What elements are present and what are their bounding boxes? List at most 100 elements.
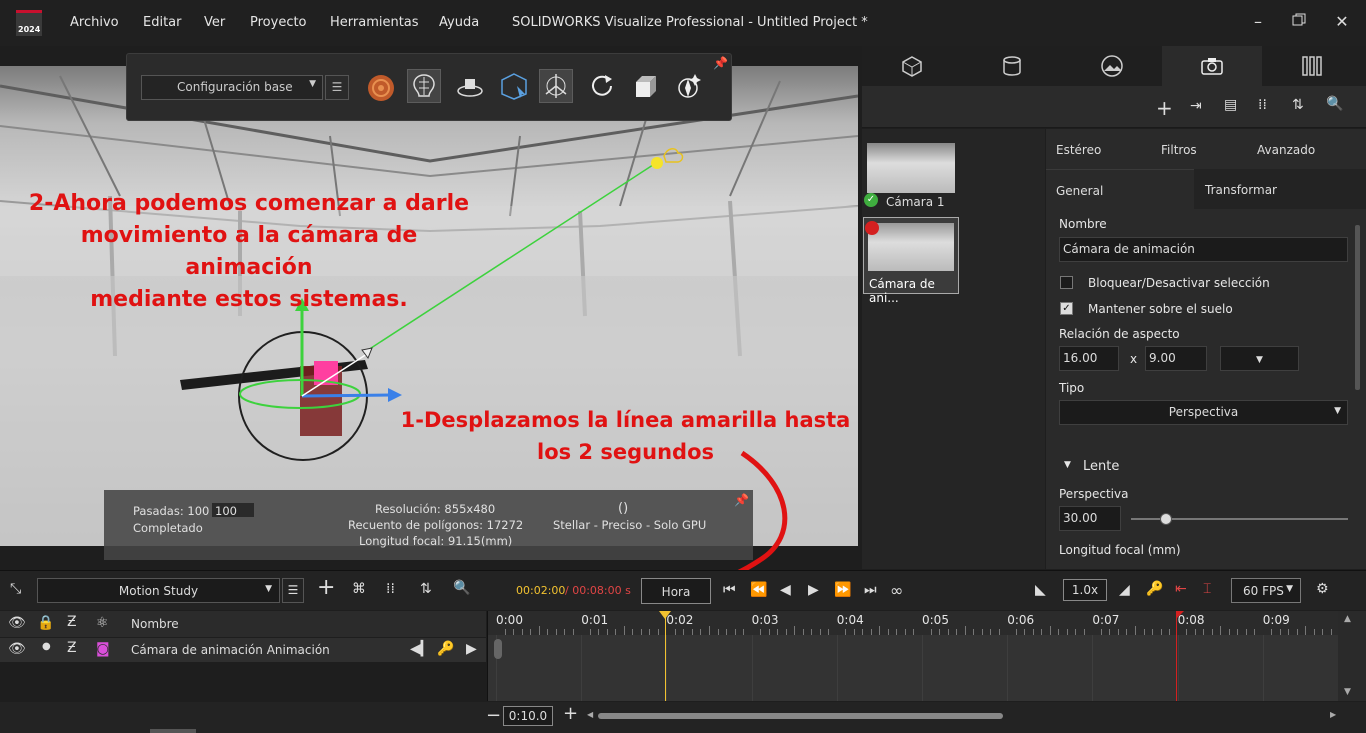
zoom-in-icon[interactable]: +	[563, 703, 578, 724]
export-icon[interactable]: ⇥	[1190, 98, 1202, 114]
prev-key-icon[interactable]: ◀▎	[410, 641, 432, 657]
menu-archivo[interactable]: Archivo	[70, 15, 119, 30]
tab-general[interactable]: General	[1046, 169, 1194, 209]
go-start-icon[interactable]: ⏮	[723, 582, 736, 598]
tab-cameras[interactable]	[1162, 46, 1262, 86]
layout-icon[interactable]: ▤	[1224, 97, 1237, 113]
pin-icon[interactable]: 📌	[713, 56, 728, 70]
next-key-icon[interactable]: ⏩	[834, 582, 851, 598]
tab-scenes[interactable]	[1062, 46, 1162, 86]
track-row[interactable]: 👁 ● Ƶ ◙ Cámara de animación Animación ◀▎…	[0, 638, 486, 662]
chevron-down-icon[interactable]: ▼	[1344, 687, 1351, 697]
trim-icon[interactable]: ⌶	[1203, 581, 1211, 597]
chevron-left-icon[interactable]: ◀	[587, 710, 593, 719]
playhead-handle[interactable]	[659, 611, 671, 619]
key-icon[interactable]: 🔑	[437, 641, 454, 657]
tab-libraries[interactable]	[1262, 46, 1362, 86]
close-icon[interactable]: ✕	[1330, 12, 1354, 34]
minimize-icon[interactable]: –	[1246, 12, 1270, 34]
chevron-up-icon[interactable]: ▲	[1344, 614, 1351, 624]
visibility-icon[interactable]: 👁	[8, 615, 26, 631]
key-icon[interactable]: 🔑	[1146, 581, 1163, 597]
speed-input[interactable]: 1.0x	[1063, 579, 1107, 601]
aspect-height-input[interactable]: 9.00	[1145, 346, 1207, 371]
name-input[interactable]: Cámara de animación	[1059, 237, 1348, 262]
loop-icon[interactable]: ∞	[890, 581, 903, 600]
timeline-vscroll[interactable]: ▲ ▼	[1338, 611, 1366, 701]
select-part-icon[interactable]	[497, 69, 531, 103]
slider-handle[interactable]	[1159, 513, 1172, 525]
add-icon[interactable]: +	[317, 575, 335, 600]
ease-out-icon[interactable]: ◢	[1119, 582, 1130, 598]
rotate-icon[interactable]	[585, 69, 619, 103]
camera-thumbnail[interactable]	[867, 143, 955, 193]
zoom-out-icon[interactable]: −	[486, 705, 501, 726]
zoom-input[interactable]: 0:10.0	[503, 706, 553, 726]
timeline-hscroll[interactable]	[598, 713, 1003, 719]
type-dropdown[interactable]: Perspectiva ▼	[1059, 400, 1348, 425]
scrollbar[interactable]	[1355, 225, 1360, 390]
playhead[interactable]	[665, 613, 666, 701]
add-keyframe-icon[interactable]: ⌘	[352, 581, 366, 597]
visibility-icon[interactable]: 👁	[8, 641, 26, 657]
grid-icon[interactable]: ⁞⁞	[386, 581, 395, 597]
turntable-icon[interactable]	[453, 69, 487, 103]
go-end-icon[interactable]: ⏭	[864, 582, 877, 598]
scale-box-icon[interactable]	[629, 69, 663, 103]
config-list-icon[interactable]: ☰	[325, 75, 349, 100]
next-key-icon[interactable]: ▶	[466, 641, 477, 657]
tab-estereo[interactable]: Estéreo	[1056, 143, 1101, 157]
tab-appearances[interactable]	[962, 46, 1062, 86]
menu-ayuda[interactable]: Ayuda	[439, 15, 479, 30]
tab-models[interactable]	[862, 46, 962, 86]
study-select[interactable]: Motion Study ▼	[37, 578, 280, 603]
config-select[interactable]: Configuración base ▼	[141, 75, 323, 100]
sort-icon[interactable]: ⇅	[1292, 97, 1304, 113]
study-list-icon[interactable]: ☰	[282, 578, 304, 603]
pin-icon[interactable]: 📌	[734, 493, 749, 507]
chevron-right-icon[interactable]: ▶	[1330, 710, 1336, 719]
timeline-area[interactable]: 0:00 0:01 0:02 0:03 0:04 0:05 0:06 0:07 0:08 0:09	[488, 611, 1341, 701]
end-marker[interactable]	[1176, 613, 1177, 701]
key-left-icon[interactable]: ⇤	[1175, 581, 1187, 597]
sort-icon[interactable]: ⇅	[420, 581, 432, 597]
collapse-icon[interactable]: ▼	[1064, 460, 1071, 470]
material-sphere-icon[interactable]	[364, 71, 398, 105]
app-logo[interactable]: 2024	[16, 10, 42, 36]
time-mode-button[interactable]: Hora	[641, 578, 711, 604]
aspect-preset-dropdown[interactable]: ▼	[1220, 346, 1299, 371]
object-icon[interactable]: ⚛	[96, 615, 109, 631]
move-tool-icon[interactable]	[539, 69, 573, 103]
ease-in-icon[interactable]: ◣	[1035, 582, 1046, 598]
menu-ver[interactable]: Ver	[204, 15, 225, 30]
maximize-icon[interactable]	[1287, 12, 1311, 34]
collapse-arrows-icon[interactable]: ⤡	[10, 581, 21, 597]
smart-mode-icon[interactable]	[407, 69, 441, 103]
menu-herramientas[interactable]: Herramientas	[330, 15, 419, 30]
menu-proyecto[interactable]: Proyecto	[250, 15, 307, 30]
render-magic-icon[interactable]	[672, 69, 706, 103]
camera-item-selected[interactable]: Cámara de ani...	[863, 217, 959, 305]
fps-select[interactable]: 60 FPS ▼	[1231, 578, 1301, 603]
settings-icon[interactable]: ⚙	[1316, 581, 1329, 597]
tab-avanzado[interactable]: Avanzado	[1257, 143, 1315, 157]
z-icon[interactable]: Ƶ	[67, 614, 77, 630]
menu-editar[interactable]: Editar	[143, 15, 182, 30]
add-icon[interactable]: +	[1156, 96, 1173, 120]
tab-transformar[interactable]: Transformar	[1194, 169, 1366, 209]
panel-scroll[interactable]	[150, 729, 196, 733]
ground-checkbox[interactable]: ✓	[1060, 302, 1073, 315]
perspective-input[interactable]: 30.00	[1059, 506, 1121, 531]
track-handle[interactable]	[494, 639, 502, 659]
search-icon[interactable]: 🔍	[453, 580, 470, 596]
tab-filtros[interactable]: Filtros	[1161, 143, 1197, 157]
step-back-icon[interactable]: ◀	[780, 582, 791, 598]
lock-checkbox[interactable]	[1060, 276, 1073, 289]
play-icon[interactable]: ▶	[808, 582, 819, 598]
perspective-slider[interactable]	[1131, 513, 1348, 525]
aspect-width-input[interactable]: 16.00	[1059, 346, 1119, 371]
lock-icon[interactable]: 🔒	[37, 615, 54, 631]
grid-view-icon[interactable]: ⁞⁞	[1258, 97, 1267, 113]
z-icon[interactable]: Ƶ	[67, 640, 77, 656]
passes-input[interactable]: 100	[211, 502, 255, 518]
